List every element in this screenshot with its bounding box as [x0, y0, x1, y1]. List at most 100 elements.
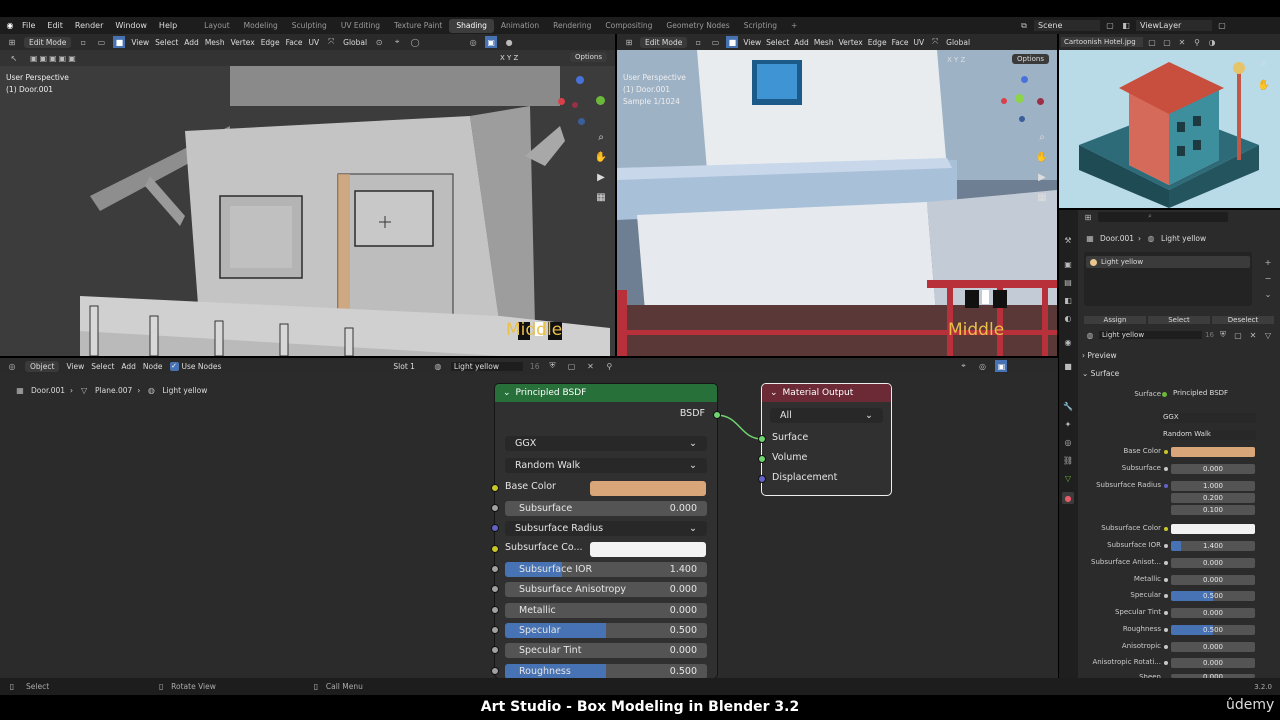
- tab-layout[interactable]: Layout: [197, 21, 237, 30]
- viewlayer-new-icon[interactable]: ▢: [1216, 20, 1228, 32]
- editor-type-icon[interactable]: ◎: [6, 360, 18, 372]
- subsurface-field[interactable]: Subsurface 0.000: [505, 501, 707, 516]
- prop-subsurface-radius-y[interactable]: 0.200: [1171, 493, 1255, 503]
- subsurface-aniso-field[interactable]: Subsurface Anisotropy 0.000: [505, 582, 707, 597]
- menu-select[interactable]: Select: [91, 362, 114, 371]
- image-open-icon[interactable]: ▢: [1161, 36, 1173, 48]
- material-name[interactable]: Light yellow: [450, 361, 523, 371]
- image-close-icon[interactable]: ✕: [1176, 36, 1188, 48]
- camera-icon[interactable]: ▶: [1035, 170, 1049, 184]
- output-node-header[interactable]: ⌄ Material Output: [762, 384, 891, 402]
- pin-icon[interactable]: ⚲: [1191, 36, 1203, 48]
- left-3d-scene[interactable]: [0, 66, 615, 356]
- specular-tint-socket-icon[interactable]: [1164, 611, 1168, 615]
- prop-metallic-value[interactable]: 0.000: [1171, 575, 1255, 585]
- tab-animation[interactable]: Animation: [494, 21, 546, 30]
- output-tab-icon[interactable]: ▤: [1062, 276, 1074, 288]
- ortho-grid-icon[interactable]: ▦: [1035, 190, 1049, 204]
- slot-dropdown[interactable]: Slot 1: [393, 362, 415, 371]
- pin-icon[interactable]: ⚲: [603, 360, 615, 372]
- metallic-socket[interactable]: [491, 606, 499, 614]
- volume-input-socket[interactable]: [758, 455, 766, 463]
- tab-rendering[interactable]: Rendering: [546, 21, 598, 30]
- prop-base-color-swatch[interactable]: [1171, 447, 1255, 457]
- view-layer-name[interactable]: ViewLayer: [1136, 20, 1212, 31]
- metallic-socket-icon[interactable]: [1164, 578, 1168, 582]
- menu-window[interactable]: Window: [109, 21, 153, 30]
- roughness-field[interactable]: Roughness 0.500: [505, 664, 707, 679]
- zoom-icon[interactable]: ⌕: [594, 130, 608, 144]
- collapse-chevron-icon[interactable]: ⌄: [770, 388, 778, 398]
- prop-subsurface-aniso-value[interactable]: 0.000: [1171, 558, 1255, 568]
- object-type-dropdown[interactable]: Object: [25, 360, 60, 372]
- blender-logo-icon[interactable]: ◉: [4, 20, 16, 32]
- base-color-socket-icon[interactable]: [1164, 450, 1168, 454]
- prop-subsurface-ior-value[interactable]: 1.400: [1171, 541, 1255, 551]
- backdrop-icon[interactable]: ▣: [995, 360, 1008, 372]
- tab-geometry-nodes[interactable]: Geometry Nodes: [659, 21, 736, 30]
- add-workspace-icon[interactable]: +: [784, 21, 804, 30]
- surface-panel-header[interactable]: ⌄ Surface: [1082, 369, 1119, 378]
- shading-solid-icon[interactable]: ●: [503, 36, 515, 48]
- modifier-tab-icon[interactable]: 🔧: [1062, 400, 1074, 412]
- proportional-icon[interactable]: ◯: [409, 36, 421, 48]
- subsurface-radius-socket[interactable]: [491, 524, 499, 532]
- menu-view[interactable]: View: [131, 38, 149, 47]
- snap-icon[interactable]: ⌖: [391, 36, 403, 48]
- subsurface-aniso-socket-icon[interactable]: [1164, 561, 1168, 565]
- pivot-icon[interactable]: ⊙: [373, 36, 385, 48]
- camera-icon[interactable]: ▶: [594, 170, 608, 184]
- nav-gizmo[interactable]: [1001, 76, 1047, 122]
- select-button[interactable]: Select: [1148, 315, 1210, 324]
- sss-method-dropdown[interactable]: Random Walk: [1160, 430, 1256, 440]
- face-select-icon[interactable]: ■: [113, 36, 126, 48]
- principled-bsdf-node[interactable]: ⌄ Principled BSDF BSDF GGX ⌄ Random Walk ⌄…: [491, 384, 721, 679]
- tab-scripting[interactable]: Scripting: [737, 21, 784, 30]
- material-output-node[interactable]: ⌄ Material Output All ⌄ Surface Volume Di…: [758, 384, 891, 495]
- mode-dropdown[interactable]: Edit Mode: [640, 36, 688, 48]
- data-tab-icon[interactable]: ▽: [1062, 472, 1074, 484]
- subsurface-radius-dropdown[interactable]: Subsurface Radius ⌄: [505, 521, 707, 536]
- subsurface-aniso-socket[interactable]: [491, 585, 499, 593]
- tab-uv-editing[interactable]: UV Editing: [334, 21, 387, 30]
- subsurface-color-socket-icon[interactable]: [1164, 527, 1168, 531]
- tab-shading[interactable]: Shading: [449, 18, 494, 33]
- vertex-select-icon[interactable]: ▫: [77, 36, 89, 48]
- subsurface-color-socket[interactable]: [491, 545, 499, 553]
- subsurface-radius-socket-icon[interactable]: [1164, 484, 1168, 488]
- axis-toggles[interactable]: X Y Z: [947, 56, 965, 64]
- tab-texture-paint[interactable]: Texture Paint: [387, 21, 449, 30]
- prop-subsurface-color-swatch[interactable]: [1171, 524, 1255, 534]
- surface-shader-field[interactable]: Principled BSDF: [1173, 389, 1228, 397]
- pan-hand-icon[interactable]: ✋: [594, 150, 608, 164]
- displacement-input-socket[interactable]: [758, 475, 766, 483]
- subsurface-ior-field[interactable]: Subsurface IOR 1.400: [505, 562, 707, 577]
- prop-anisotropic-value[interactable]: 0.000: [1171, 642, 1255, 652]
- specular-socket-icon[interactable]: [1164, 594, 1168, 598]
- specular-socket[interactable]: [491, 626, 499, 634]
- prop-subsurface-value[interactable]: 0.000: [1171, 464, 1255, 474]
- scene-tab-icon[interactable]: ◐: [1062, 312, 1074, 324]
- metallic-field[interactable]: Metallic 0.000: [505, 603, 707, 618]
- menu-add[interactable]: Add: [794, 38, 809, 47]
- xray-icon[interactable]: ▣: [485, 36, 498, 48]
- material-tab-icon[interactable]: ●: [1062, 492, 1074, 504]
- add-slot-icon[interactable]: +: [1262, 256, 1274, 268]
- specular-field[interactable]: Specular 0.500: [505, 623, 707, 638]
- mode-dropdown[interactable]: Edit Mode: [24, 36, 72, 48]
- distribution-dropdown[interactable]: GGX: [1160, 413, 1256, 423]
- nav-gizmo[interactable]: [556, 76, 606, 126]
- transform-dropdown[interactable]: Global: [946, 38, 970, 47]
- specular-tint-field[interactable]: Specular Tint 0.000: [505, 643, 707, 658]
- transform-dropdown[interactable]: Global: [343, 38, 367, 47]
- menu-select[interactable]: Select: [766, 38, 789, 47]
- world-tab-icon[interactable]: ◉: [1062, 336, 1074, 348]
- material-browse-icon[interactable]: ◍: [432, 360, 444, 372]
- ortho-grid-icon[interactable]: ▦: [594, 190, 608, 204]
- unlink-material-icon[interactable]: ✕: [1247, 329, 1259, 341]
- menu-view[interactable]: View: [66, 362, 84, 371]
- principled-node-header[interactable]: ⌄ Principled BSDF: [495, 384, 717, 402]
- link-type-icon[interactable]: ▽: [1262, 329, 1274, 341]
- tab-compositing[interactable]: Compositing: [598, 21, 659, 30]
- bsdf-output-socket[interactable]: [713, 411, 721, 419]
